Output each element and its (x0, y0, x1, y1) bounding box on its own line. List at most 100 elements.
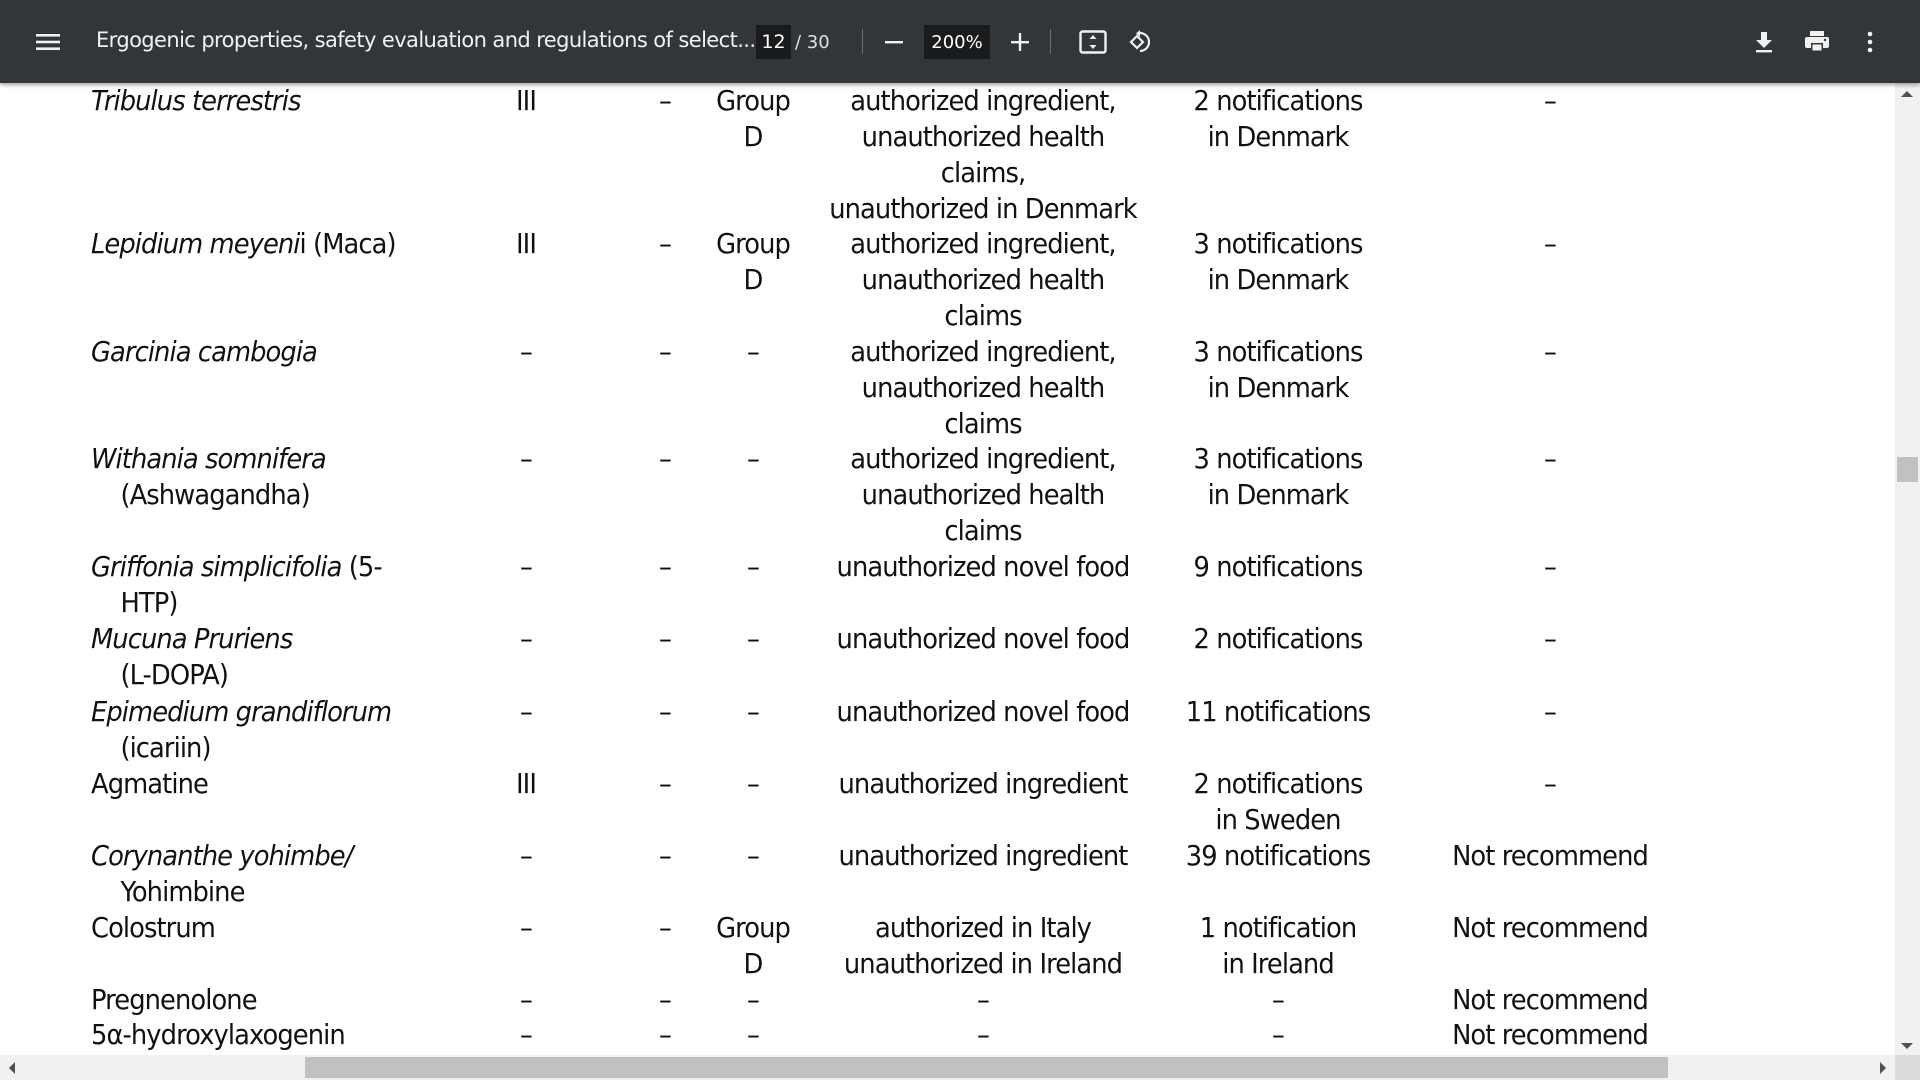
table-cell-c7: – (1544, 227, 1557, 260)
ingredient-name: 5α-hydroxylaxogenin (91, 1018, 346, 1051)
pdf-toolbar: Ergogenic properties, safety evaluation … (0, 0, 1920, 83)
table-cell-c4: – (698, 441, 808, 477)
table-cell-c6: 3 notifications in Denmark (1158, 226, 1397, 298)
cell-line: Group (716, 911, 791, 944)
table-cell-ingredient: Lepidium meyenii (Maca) (91, 226, 397, 262)
rotate-button[interactable] (1121, 22, 1161, 62)
ingredient-name-plain: i (Maca) (299, 227, 397, 260)
cell-line: 1 notification (1199, 911, 1357, 944)
table-cell-ingredient: Pregnenolone (91, 982, 258, 1018)
ingredient-name-plain: Colostrum (91, 911, 216, 944)
cell-line: 3 notifications (1193, 442, 1363, 475)
vertical-scrollbar-thumb[interactable] (1897, 457, 1918, 482)
table-cell-c6: 3 notifications in Denmark (1158, 334, 1397, 406)
table-cell-c2: – (520, 442, 533, 475)
cell-line: – (747, 550, 760, 583)
ingredient-name-italic: Lepidium meyeni (91, 227, 300, 260)
cell-line: – (747, 767, 760, 800)
table-cell-c6: 3 notifications in Denmark (1158, 441, 1397, 513)
table-cell-c2: – (520, 911, 533, 944)
hamburger-menu-icon (36, 34, 60, 50)
cell-line: authorized ingredient, (850, 442, 1116, 475)
table-cell-ingredient: Griffonia simplicifolia (5- HTP) (91, 549, 383, 621)
table-cell-ingredient: Colostrum (91, 910, 216, 946)
table-cell-c4: – (698, 549, 808, 585)
menu-button[interactable] (28, 22, 68, 62)
ingredient-name: Garcinia cambogia (91, 335, 318, 368)
cell-line: – (1272, 983, 1285, 1016)
fit-to-page-button[interactable] (1073, 22, 1113, 62)
table-cell-c4: – (698, 982, 808, 1018)
cell-line: 39 notifications (1185, 839, 1371, 872)
table-cell-c7: Not recommend (1452, 839, 1649, 872)
table-cell-c3: – (659, 839, 672, 872)
cell-line: 2 notifications (1193, 767, 1363, 800)
cell-line: authorized ingredient, (850, 84, 1116, 117)
scroll-right-arrow-icon[interactable] (1880, 1062, 1886, 1074)
table-cell-c3: – (659, 767, 672, 800)
ingredient-name-continuation: HTP) (120, 586, 178, 619)
table-cell-c2: III (515, 84, 537, 117)
print-icon (1805, 31, 1829, 52)
table-cell-c5: authorized ingredient, unauthorized healt… (817, 441, 1148, 549)
table-cell-c7: – (1544, 622, 1557, 655)
table-cell-c7: Not recommend (1452, 911, 1649, 944)
cell-line: claims, (940, 156, 1026, 189)
table-cell-c6: 9 notifications (1158, 549, 1397, 585)
table-cell-c4: – (698, 766, 808, 802)
document-title: Ergogenic properties, safety evaluation … (96, 28, 756, 52)
cell-line: authorized ingredient, (850, 227, 1116, 260)
ingredient-name-italic: Griffonia simplicifolia (91, 550, 342, 583)
horizontal-scrollbar[interactable] (0, 1055, 1895, 1080)
table-cell-c4: – (698, 334, 808, 370)
table-cell-c5: unauthorized novel food (817, 694, 1148, 730)
page-number-input[interactable]: 12 (756, 25, 791, 59)
cell-line: in Ireland (1222, 947, 1334, 980)
cell-line: 2 notifications (1193, 622, 1363, 655)
ingredient-name-italic: Corynanthe yohimbe/ (91, 839, 353, 872)
table-cell-c3: – (659, 1018, 672, 1051)
table-cell-c2: – (520, 622, 533, 655)
cell-line: in Sweden (1215, 803, 1341, 836)
horizontal-scrollbar-thumb[interactable] (305, 1057, 1668, 1078)
ingredient-name-continuation: (icariin) (120, 731, 211, 764)
more-actions-button[interactable] (1850, 22, 1890, 62)
download-button[interactable] (1744, 22, 1784, 62)
table-cell-ingredient: Withania somnifera (Ashwagandha) (91, 441, 327, 513)
ingredient-name-italic: Withania somnifera (91, 442, 327, 475)
table-cell-c2: III (515, 227, 537, 260)
zoom-in-button[interactable] (1000, 22, 1040, 62)
table-cell-c6: 11 notifications (1158, 694, 1397, 730)
table-cell-c6: 2 notifications in Sweden (1158, 766, 1397, 838)
table-cell-c5: unauthorized ingredient (817, 838, 1148, 874)
cell-line: 3 notifications (1193, 335, 1363, 368)
table-cell-c5: authorized ingredient, unauthorized healt… (817, 226, 1148, 334)
table-cell-c5: – (817, 982, 1148, 1018)
table-cell-c3: – (659, 84, 672, 117)
table-cell-c5: authorized ingredient, unauthorized healt… (817, 334, 1148, 442)
table-cell-c2: – (520, 550, 533, 583)
scroll-left-arrow-icon[interactable] (9, 1062, 15, 1074)
table-cell-c7: – (1544, 767, 1557, 800)
cell-line: – (1272, 1018, 1285, 1051)
ingredient-name: Pregnenolone (91, 983, 258, 1016)
cell-line: – (747, 695, 760, 728)
ingredient-name: Lepidium meyenii (Maca) (91, 227, 397, 260)
table-cell-c3: – (659, 227, 672, 260)
table-cell-c6: 2 notifications (1158, 621, 1397, 657)
print-button[interactable] (1797, 22, 1837, 62)
zoom-out-button[interactable] (876, 22, 912, 62)
scroll-down-arrow-icon[interactable] (1901, 1043, 1913, 1049)
cell-line: claims (944, 299, 1022, 332)
toolbar-divider (862, 29, 863, 54)
table-cell-c7: – (1544, 550, 1557, 583)
cell-line: Group (716, 227, 791, 260)
table-cell-c4: Group D (698, 226, 808, 298)
table-cell-c2: III (515, 767, 537, 800)
scroll-up-arrow-icon[interactable] (1901, 91, 1913, 97)
vertical-scrollbar[interactable] (1895, 83, 1920, 1055)
ingredient-name: Agmatine (91, 767, 209, 800)
download-icon (1756, 32, 1772, 53)
zoom-level-input[interactable]: 200% (924, 25, 990, 59)
cell-line: 9 notifications (1193, 550, 1363, 583)
